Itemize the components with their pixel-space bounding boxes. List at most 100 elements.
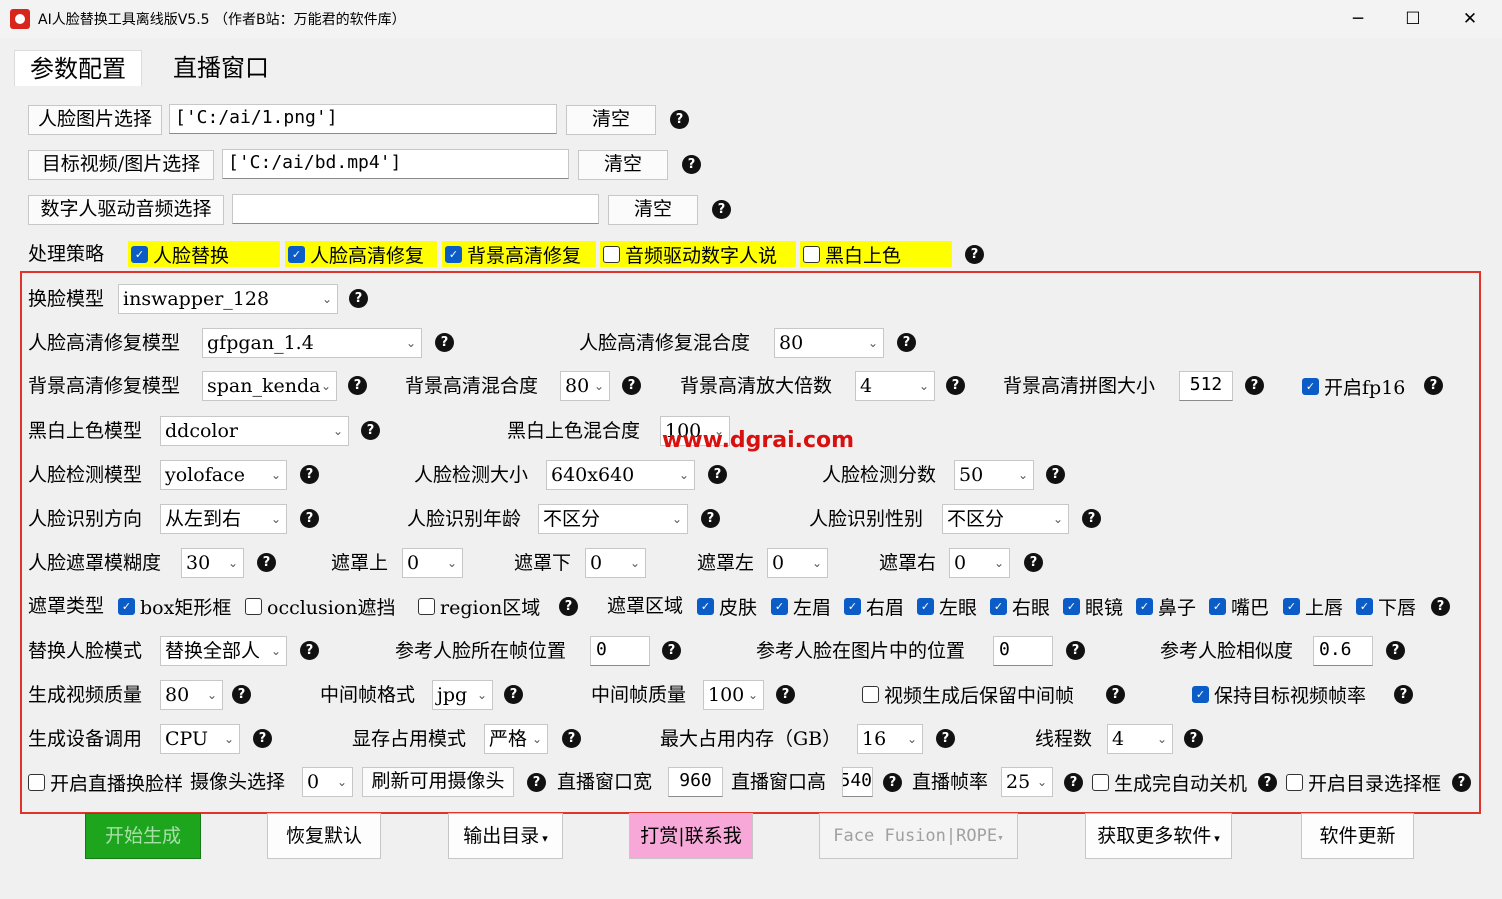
help-icon[interactable]: ? [622, 376, 641, 395]
help-icon[interactable]: ? [348, 376, 367, 395]
help-icon[interactable]: ? [361, 421, 380, 440]
mask-top-select[interactable]: 0 ⌄ [402, 548, 463, 578]
checkbox-dir-picker[interactable]: 开启目录选择框 [1286, 769, 1446, 795]
help-icon[interactable]: ? [1046, 465, 1065, 484]
help-icon[interactable]: ? [300, 465, 319, 484]
audio-select-button[interactable]: 数字人驱动音频选择 [28, 195, 224, 225]
help-icon[interactable]: ? [897, 333, 916, 352]
help-icon[interactable]: ? [936, 729, 955, 748]
target-video-path-field[interactable]: ['C:/ai/bd.mp4'] [222, 149, 569, 179]
help-icon[interactable]: ? [1394, 685, 1413, 704]
help-icon[interactable]: ? [504, 685, 523, 704]
help-icon[interactable]: ? [559, 597, 578, 616]
face-age-select[interactable]: 不区分 ⌄ [538, 504, 688, 534]
bg-tile-field[interactable]: 512 [1179, 371, 1233, 401]
video-quality-select[interactable]: 80 ⌄ [160, 680, 223, 710]
help-icon[interactable]: ? [965, 245, 984, 264]
checkbox-region-lower-lip[interactable]: ✓ 下唇 [1356, 593, 1416, 619]
help-icon[interactable]: ? [946, 376, 965, 395]
checkbox-region-glasses[interactable]: ✓ 眼镜 [1063, 593, 1123, 619]
mask-blur-select[interactable]: 30 ⌄ [181, 548, 244, 578]
bg-blend-select[interactable]: 80 ⌄ [560, 371, 610, 401]
help-icon[interactable]: ? [712, 200, 731, 219]
help-icon[interactable]: ? [1258, 773, 1277, 792]
face-gender-select[interactable]: 不区分 ⌄ [942, 504, 1069, 534]
tab-config[interactable]: 参数配置 [14, 50, 142, 86]
ref-similarity-field[interactable]: 0.6 [1313, 636, 1373, 666]
checkbox-live-swap[interactable]: 开启直播换脸样 [28, 769, 188, 795]
checkbox-region-nose[interactable]: ✓ 鼻子 [1136, 593, 1196, 619]
checkbox-region-right-eye[interactable]: ✓ 右眼 [990, 593, 1050, 619]
camera-select[interactable]: 0 ⌄ [302, 767, 353, 797]
help-icon[interactable]: ? [232, 685, 251, 704]
max-memory-select[interactable]: 16 ⌄ [857, 724, 923, 754]
live-height-field[interactable]: 540 [842, 767, 873, 797]
target-video-select-button[interactable]: 目标视频/图片选择 [28, 150, 214, 180]
colorize-model-select[interactable]: ddcolor ⌄ [160, 416, 349, 446]
detect-size-select[interactable]: 640x640 ⌄ [546, 460, 695, 490]
output-dir-button[interactable]: 输出目录 ▾ [448, 813, 563, 859]
clear-target-button[interactable]: 清空 [578, 150, 668, 180]
checkbox-region-left-eyebrow[interactable]: ✓ 左眉 [771, 593, 831, 619]
checkbox-mask-occlusion[interactable]: occlusion遮挡 [245, 593, 396, 619]
help-icon[interactable]: ? [300, 509, 319, 528]
tab-live[interactable]: 直播窗口 [158, 50, 284, 86]
refresh-cameras-button[interactable]: 刷新可用摄像头 [362, 767, 514, 797]
checkbox-region-mouth[interactable]: ✓ 嘴巴 [1209, 593, 1269, 619]
help-icon[interactable]: ? [1424, 376, 1443, 395]
help-icon[interactable]: ? [1184, 729, 1203, 748]
detect-score-select[interactable]: 50 ⌄ [954, 460, 1034, 490]
help-icon[interactable]: ? [1066, 641, 1085, 660]
checkbox-face-swap[interactable]: ✓ 人脸替换 [131, 241, 229, 267]
help-icon[interactable]: ? [1082, 509, 1101, 528]
face-fusion-rope-button[interactable]: Face Fusion|ROPE▾ [819, 813, 1018, 859]
update-button[interactable]: 软件更新 [1301, 813, 1414, 859]
help-icon[interactable]: ? [257, 553, 276, 572]
minimize-button[interactable]: ─ [1330, 0, 1386, 38]
enhance-model-select[interactable]: gfpgan_1.4 ⌄ [202, 328, 422, 358]
help-icon[interactable]: ? [883, 773, 902, 792]
ref-position-field[interactable]: 0 [993, 636, 1053, 666]
help-icon[interactable]: ? [701, 509, 720, 528]
checkbox-region-upper-lip[interactable]: ✓ 上唇 [1283, 593, 1343, 619]
enhance-blend-select[interactable]: 80 ⌄ [774, 328, 884, 358]
help-icon[interactable]: ? [300, 641, 319, 660]
checkbox-region-left-eye[interactable]: ✓ 左眼 [917, 593, 977, 619]
checkbox-keep-frames[interactable]: 视频生成后保留中间帧 [862, 681, 1074, 707]
help-icon[interactable]: ? [1064, 773, 1083, 792]
mask-bottom-select[interactable]: 0 ⌄ [585, 548, 646, 578]
help-icon[interactable]: ? [708, 465, 727, 484]
help-icon[interactable]: ? [682, 155, 701, 174]
help-icon[interactable]: ? [1431, 597, 1450, 616]
help-icon[interactable]: ? [527, 773, 546, 792]
checkbox-region-skin[interactable]: ✓ 皮肤 [697, 593, 757, 619]
help-icon[interactable]: ? [1452, 773, 1471, 792]
checkbox-colorize[interactable]: 黑白上色 [803, 241, 901, 267]
clear-face-button[interactable]: 清空 [566, 105, 656, 135]
donate-contact-button[interactable]: 打赏|联系我 [629, 813, 753, 859]
help-icon[interactable]: ? [1386, 641, 1405, 660]
live-fps-select[interactable]: 25 ⌄ [1001, 767, 1053, 797]
face-image-select-button[interactable]: 人脸图片选择 [28, 105, 162, 135]
checkbox-auto-shutdown[interactable]: 生成完自动关机 [1092, 769, 1250, 795]
checkbox-mask-box[interactable]: ✓ box矩形框 [118, 593, 231, 619]
more-software-button[interactable]: 获取更多软件 ▾ [1085, 813, 1232, 859]
device-select[interactable]: CPU ⌄ [160, 724, 240, 754]
bg-scale-select[interactable]: 4 ⌄ [855, 371, 935, 401]
help-icon[interactable]: ? [670, 110, 689, 129]
checkbox-region-right-eyebrow[interactable]: ✓ 右眉 [844, 593, 904, 619]
checkbox-audio-driven[interactable]: 音频驱动数字人说 [603, 241, 777, 267]
help-icon[interactable]: ? [776, 685, 795, 704]
swap-mode-select[interactable]: 替换全部人 ⌄ [160, 636, 287, 666]
frame-format-select[interactable]: jpg ⌄ [432, 680, 493, 710]
help-icon[interactable]: ? [662, 641, 681, 660]
bg-model-select[interactable]: span_kenda ⌄ [202, 371, 337, 401]
help-icon[interactable]: ? [1245, 376, 1264, 395]
ref-frame-field[interactable]: 0 [590, 636, 650, 666]
mask-right-select[interactable]: 0 ⌄ [949, 548, 1010, 578]
detect-model-select[interactable]: yoloface ⌄ [160, 460, 287, 490]
close-button[interactable]: ✕ [1442, 0, 1498, 38]
help-icon[interactable]: ? [562, 729, 581, 748]
help-icon[interactable]: ? [349, 289, 368, 308]
help-icon[interactable]: ? [253, 729, 272, 748]
